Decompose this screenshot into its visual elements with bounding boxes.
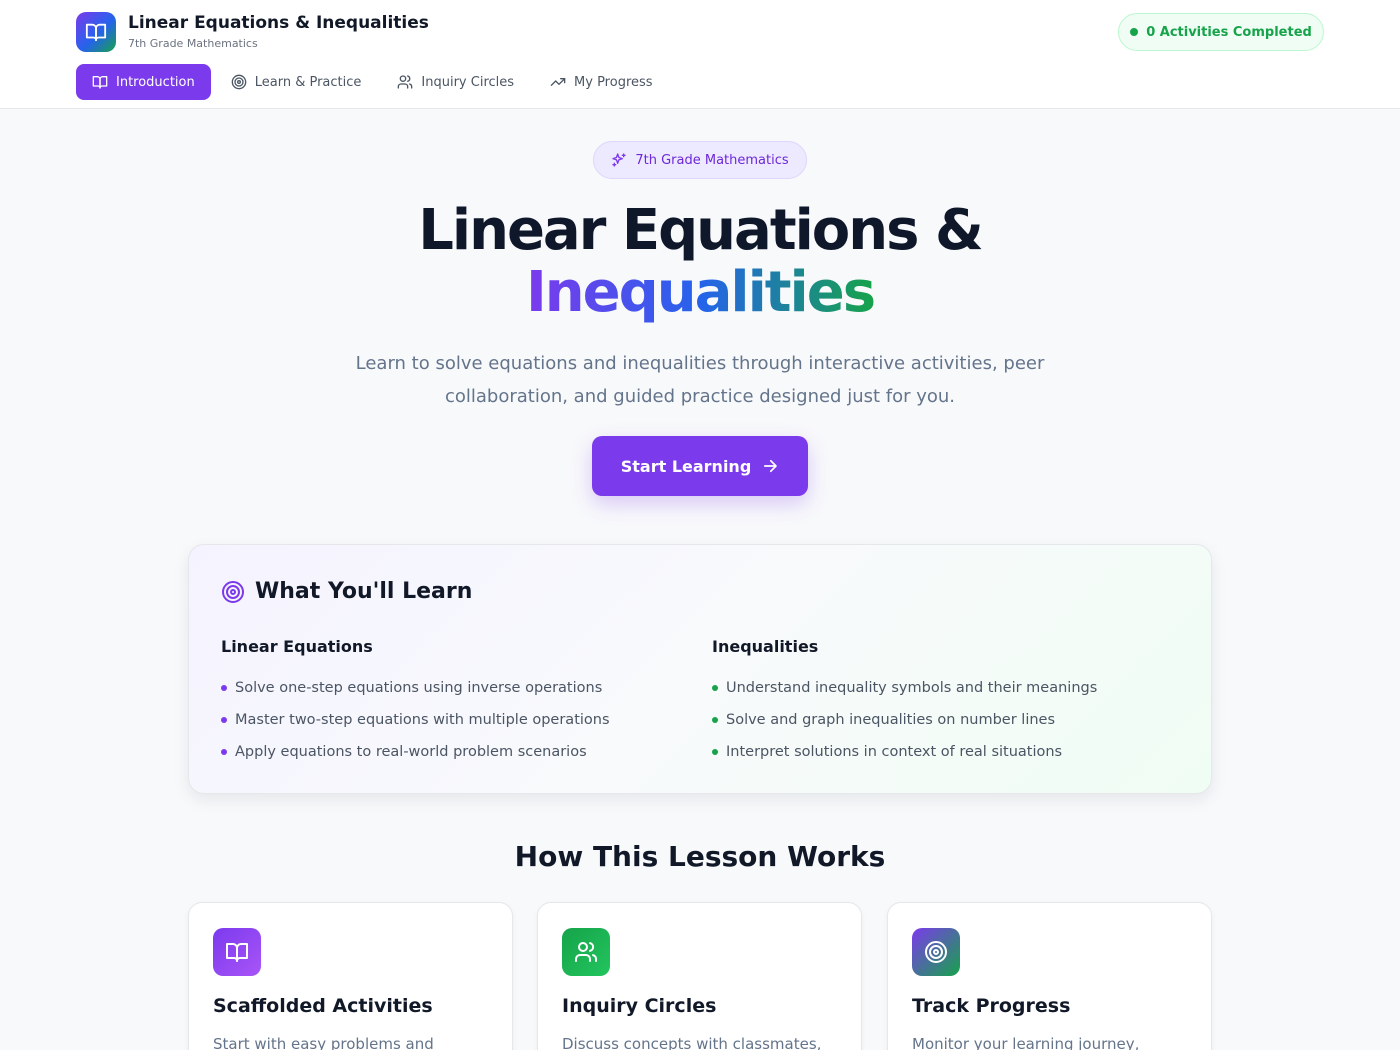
list-item-text: Interpret solutions in context of real s… (726, 744, 1063, 760)
feature-title: Track Progress (912, 995, 1071, 1017)
arrow-right-icon (764, 459, 778, 473)
feature-title: Scaffolded Activities (213, 995, 433, 1017)
list-item: Solve one-step equations using inverse o… (221, 672, 681, 704)
list-item-text: Solve and graph inequalities on number l… (726, 712, 1056, 728)
status-dot-icon (1130, 28, 1139, 36)
how-it-works-heading: How This Lesson Works (514, 840, 886, 873)
sparkles-icon (612, 153, 627, 167)
users-icon (398, 75, 413, 89)
start-learning-label: Start Learning (620, 456, 752, 476)
bullet-icon (712, 717, 718, 723)
list-item: Understand inequality symbols and their … (712, 672, 1172, 704)
feature-description: Discuss concepts with classmates, (562, 1035, 822, 1050)
tab-my-progress[interactable]: My Progress (534, 64, 669, 100)
list-item: Solve and graph inequalities on number l… (712, 704, 1172, 736)
list-item: Master two-step equations with multiple … (221, 704, 681, 736)
tab-introduction[interactable]: Introduction (76, 64, 211, 100)
learning-objectives-heading: What You'll Learn (255, 579, 473, 604)
list-item-text: Solve one-step equations using inverse o… (235, 680, 603, 696)
app-header: Linear Equations & Inequalities 7th Grad… (0, 0, 1400, 109)
hero-title-line2: Inequalities (525, 260, 876, 325)
list-item-text: Understand inequality symbols and their … (726, 680, 1098, 696)
list-item: Interpret solutions in context of real s… (712, 736, 1172, 768)
bullet-icon (221, 685, 227, 691)
feature-card-inquiry-circles: Inquiry Circles Discuss concepts with cl… (537, 902, 862, 1050)
bullet-icon (712, 749, 718, 755)
objectives-column-title: Inequalities (712, 637, 819, 656)
tab-label: Introduction (116, 74, 195, 90)
bullet-icon (221, 717, 227, 723)
book-open-icon (92, 76, 108, 89)
book-open-icon (76, 12, 116, 52)
hero-title: Linear Equations & Inequalities (0, 200, 1400, 324)
bullet-icon (221, 749, 227, 755)
tab-inquiry-circles[interactable]: Inquiry Circles (381, 64, 530, 100)
tab-label: Learn & Practice (254, 74, 362, 90)
feature-card-scaffolded-activities: Scaffolded Activities Start with easy pr… (188, 902, 513, 1050)
learning-objectives-card: What You'll Learn Linear Equations Solve… (188, 544, 1212, 794)
app-title: Linear Equations & Inequalities (128, 13, 429, 33)
start-learning-button[interactable]: Start Learning (592, 436, 808, 496)
activities-completed-label: 0 Activities Completed (1146, 24, 1312, 40)
app-subtitle: 7th Grade Mathematics (128, 37, 258, 50)
grade-pill: 7th Grade Mathematics (593, 141, 807, 179)
feature-card-track-progress: Track Progress Monitor your learning jou… (887, 902, 1212, 1050)
activities-completed-badge: 0 Activities Completed (1118, 13, 1324, 51)
tab-learn-practice[interactable]: Learn & Practice (215, 64, 378, 100)
target-icon (912, 928, 960, 976)
main-nav: Introduction Learn & Practice Inquiry Ci… (76, 64, 673, 100)
feature-title: Inquiry Circles (562, 995, 717, 1017)
book-open-icon (213, 928, 261, 976)
trending-up-icon (550, 78, 566, 86)
list-item-text: Apply equations to real-world problem sc… (235, 744, 587, 760)
target-icon (222, 580, 244, 603)
tab-label: Inquiry Circles (421, 74, 515, 90)
objectives-column-title: Linear Equations (221, 637, 373, 656)
users-icon (562, 928, 610, 976)
grade-pill-label: 7th Grade Mathematics (635, 152, 789, 168)
objectives-linear-equations: Linear Equations Solve one-step equation… (221, 637, 681, 768)
list-item-text: Master two-step equations with multiple … (235, 712, 610, 728)
hero-title-line1: Linear Equations & (418, 198, 984, 263)
objectives-inequalities: Inequalities Understand inequality symbo… (712, 637, 1172, 768)
bullet-icon (712, 685, 718, 691)
feature-description: Monitor your learning journey, reflect (912, 1035, 1140, 1050)
target-icon (231, 74, 247, 90)
hero-description: Learn to solve equations and inequalitie… (355, 353, 1045, 407)
list-item: Apply equations to real-world problem sc… (221, 736, 681, 768)
tab-label: My Progress (574, 74, 653, 90)
feature-description: Start with easy problems and (213, 1035, 434, 1050)
brand: Linear Equations & Inequalities 7th Grad… (76, 12, 429, 52)
